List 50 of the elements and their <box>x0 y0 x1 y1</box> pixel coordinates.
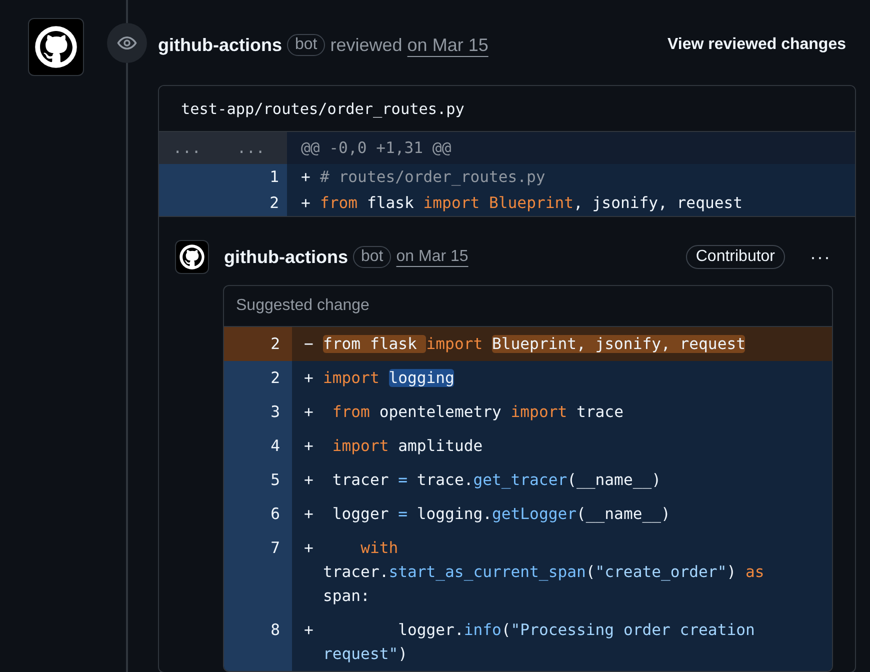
code-line: logger.info("Processing order creation request") <box>323 620 756 665</box>
code-line: with tracer.start_as_current_span("create_order") as span: <box>323 538 766 607</box>
bot-label: bot <box>353 246 392 268</box>
hunk-header: @@ -0,0 +1,31 @@ <box>300 139 452 157</box>
code-line: import logging <box>323 368 456 389</box>
bot-label: bot <box>287 34 326 56</box>
line-number: 2 <box>223 190 287 216</box>
code-line: from opentelemetry import trace <box>331 402 624 423</box>
diff-sign: + <box>304 368 314 389</box>
diff-sign: + <box>304 402 314 423</box>
view-changes-link[interactable]: View reviewed changes <box>668 36 846 54</box>
code-line: tracer = trace.get_tracer(__name__) <box>331 470 662 491</box>
file-path: test-app/routes/order_routes.py <box>181 100 464 118</box>
code-line: import amplitude <box>331 436 484 457</box>
more-options-button[interactable]: ··· <box>808 246 833 268</box>
code-line: from flask import Blueprint, jsonify, request <box>323 334 746 355</box>
line-number: 4 <box>224 429 292 463</box>
line-number: 8 <box>224 613 292 671</box>
author-name[interactable]: github-actions <box>158 34 282 56</box>
suggestion-title: Suggested change <box>236 297 370 315</box>
review-action: reviewed <box>330 34 402 56</box>
role-label: Contributor <box>686 245 786 269</box>
line-number: ... <box>223 132 287 164</box>
author-name[interactable]: github-actions <box>224 246 348 268</box>
date-link[interactable]: on Mar 15 <box>407 34 488 56</box>
diff-sign: + <box>304 538 314 559</box>
diff-sign: + <box>304 504 314 525</box>
octocat-icon <box>179 244 205 270</box>
diff-sign: + <box>304 436 314 457</box>
diff-sign: + <box>301 194 312 212</box>
diff-sign: + <box>301 168 312 186</box>
line-number: 2 <box>224 327 292 361</box>
diff-sign: + <box>304 470 314 491</box>
line-number: 1 <box>223 164 287 190</box>
code-line: # routes/order_routes.py <box>320 168 546 186</box>
code-line: logger = logging.getLogger(__name__) <box>331 504 672 525</box>
date-link[interactable]: on Mar 15 <box>396 248 468 266</box>
bot-avatar[interactable] <box>28 18 84 76</box>
line-number: 5 <box>224 463 292 497</box>
line-number: 6 <box>224 497 292 531</box>
line-number: 2 <box>224 361 292 395</box>
diff-sign: + <box>304 620 314 641</box>
line-number: 7 <box>224 531 292 613</box>
line-number: 3 <box>224 395 292 429</box>
code-line: from flask import Blueprint, jsonify, request <box>320 194 743 212</box>
octocat-icon <box>34 25 78 69</box>
diff-sign: − <box>304 334 314 355</box>
eye-icon <box>107 23 147 63</box>
bot-avatar[interactable] <box>175 240 209 274</box>
line-number: ... <box>159 132 223 164</box>
